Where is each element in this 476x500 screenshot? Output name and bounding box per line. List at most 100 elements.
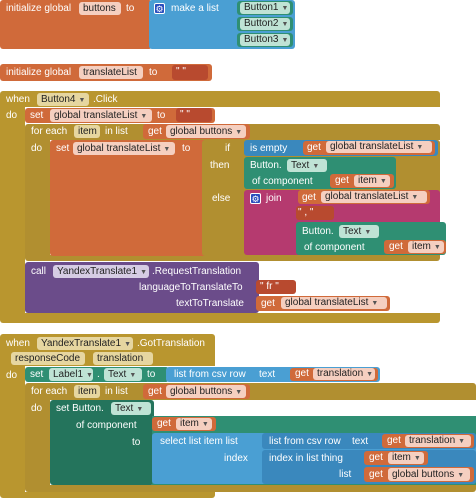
get-translatelist-dropdown-2[interactable]: global translateList ▼ — [321, 191, 427, 203]
param-translation[interactable]: translation — [93, 352, 153, 365]
list-from-csv-row-label: list from csv row — [269, 436, 341, 447]
chevron-down-icon: ▼ — [281, 37, 289, 44]
button2-dropdown[interactable]: Button2 ▼ — [240, 18, 290, 30]
join-label: join — [266, 193, 282, 204]
var-name-translatelist[interactable]: translateList — [79, 66, 143, 79]
get-translatelist-dropdown[interactable]: global translateList ▼ — [326, 141, 432, 153]
get-item-dropdown-4[interactable]: item ▼ — [388, 452, 424, 464]
get-item-dropdown[interactable]: item ▼ — [354, 175, 390, 187]
call-method: .RequestTranslation — [152, 266, 242, 277]
get-label: get — [335, 175, 349, 186]
get-translation-dropdown[interactable]: translation ▼ — [313, 368, 375, 380]
is-empty-label: is empty — [250, 143, 288, 154]
chevron-down-icon: ▼ — [78, 97, 86, 104]
component-dropdown-button4[interactable]: Button4 ▼ — [37, 93, 89, 106]
for-each-label: for each — [31, 386, 68, 397]
button-label: Button. — [302, 226, 334, 237]
get-label: get — [369, 452, 383, 463]
chevron-down-icon: ▼ — [366, 371, 374, 378]
get-label: get — [295, 368, 309, 379]
chevron-down-icon: ▼ — [136, 406, 144, 413]
text-prop-dropdown-4[interactable]: Text ▼ — [111, 402, 151, 415]
inner-set-label: set — [56, 143, 70, 154]
get-translatelist-dropdown-3[interactable]: global translateList ▼ — [281, 297, 387, 309]
to-label: to — [149, 67, 158, 78]
get-label: get — [307, 142, 321, 153]
get-label: get — [148, 126, 162, 137]
text-to-translate-label: textToTranslate — [176, 298, 244, 309]
get-label: get — [369, 469, 383, 480]
text-label: text — [352, 436, 369, 447]
inner-do-label: do — [31, 143, 43, 154]
else-label: else — [212, 193, 231, 204]
get-translation-dropdown-2[interactable]: translation ▼ — [405, 435, 471, 447]
make-list-label: make a list — [171, 3, 219, 14]
get-item-dropdown-3[interactable]: item ▼ — [176, 418, 212, 430]
chevron-down-icon: ▼ — [457, 472, 465, 479]
list-from-csv-row-label: list from csv row — [174, 369, 246, 380]
set-label: set — [30, 369, 44, 380]
init-label: initialize global — [6, 67, 72, 78]
chevron-down-icon: ▼ — [379, 178, 387, 185]
chevron-down-icon: ▼ — [413, 455, 421, 462]
item-var[interactable]: item — [74, 125, 100, 138]
for-each-label: for each — [31, 126, 68, 137]
get-item-dropdown-2[interactable]: item ▼ — [408, 241, 444, 253]
do-label: do — [6, 370, 18, 381]
if-label: if — [225, 143, 230, 154]
empty-string-text: " " — [180, 109, 190, 120]
set-label: set — [30, 110, 44, 121]
text-prop-dropdown-2[interactable]: Text ▼ — [339, 225, 379, 238]
chevron-down-icon: ▼ — [281, 21, 289, 28]
button3-dropdown[interactable]: Button3 ▼ — [240, 34, 290, 46]
index-label: index — [224, 453, 248, 464]
then-label: then — [210, 160, 230, 171]
inner-do-label: do — [31, 403, 43, 414]
to-label: to — [157, 110, 166, 121]
call-component-dropdown[interactable]: YandexTranslate1 ▼ — [53, 265, 149, 278]
chevron-down-icon: ▼ — [124, 341, 131, 348]
inner-set-var-dropdown[interactable]: global translateList ▼ — [73, 142, 175, 155]
label1-dropdown[interactable]: Label1 ▼ — [49, 368, 93, 381]
text-label: text — [259, 369, 276, 380]
chevron-down-icon: ▼ — [140, 113, 148, 120]
text-prop-dropdown-3[interactable]: Text ▼ — [104, 368, 142, 381]
chevron-down-icon: ▼ — [371, 300, 379, 307]
param-responsecode[interactable]: responseCode — [11, 352, 85, 365]
set-button-label: set Button. — [56, 403, 104, 414]
call-label: call — [31, 266, 47, 277]
get-buttons-dropdown-2[interactable]: global buttons ▼ — [166, 385, 246, 398]
chevron-down-icon: ▼ — [433, 244, 441, 251]
button1-dropdown[interactable]: Button1 ▼ — [240, 2, 290, 14]
get-label: get — [261, 298, 275, 309]
component-dropdown-yandex[interactable]: YandexTranslate1 ▼ — [37, 337, 133, 350]
chevron-down-icon: ▼ — [129, 372, 137, 379]
of-component-label: of component — [76, 420, 137, 431]
chevron-down-icon: ▼ — [140, 269, 147, 276]
get-buttons-dropdown-3[interactable]: global buttons ▼ — [388, 468, 470, 481]
to-label: to — [126, 3, 135, 14]
get-buttons-dropdown[interactable]: global buttons ▼ — [166, 125, 246, 138]
do-label: do — [6, 110, 18, 121]
set-var-dropdown[interactable]: global translateList ▼ — [50, 109, 152, 122]
chevron-down-icon: ▼ — [364, 229, 372, 236]
var-name-buttons[interactable]: buttons — [79, 2, 121, 15]
text-prop-dropdown[interactable]: Text ▼ — [287, 159, 327, 172]
chevron-down-icon: ▼ — [411, 194, 419, 201]
to-label: to — [147, 369, 156, 380]
chevron-down-icon: ▼ — [201, 421, 209, 428]
gear-icon[interactable]: ⚙ — [154, 3, 165, 14]
get-label: get — [387, 435, 401, 446]
item-var[interactable]: item — [74, 385, 100, 398]
in-list-label: in list — [105, 126, 128, 137]
chevron-down-icon: ▼ — [235, 129, 243, 136]
chevron-down-icon: ▼ — [281, 5, 289, 12]
get-label: get — [157, 418, 171, 429]
chevron-down-icon: ▼ — [86, 372, 93, 379]
period-label: . — [97, 369, 100, 380]
init-label: initialize global — [6, 3, 72, 14]
get-label: get — [389, 241, 403, 252]
gear-icon[interactable]: ⚙ — [250, 193, 261, 204]
lang-label: languageToTranslateTo — [139, 282, 243, 293]
empty-string-text: " " — [176, 66, 186, 77]
